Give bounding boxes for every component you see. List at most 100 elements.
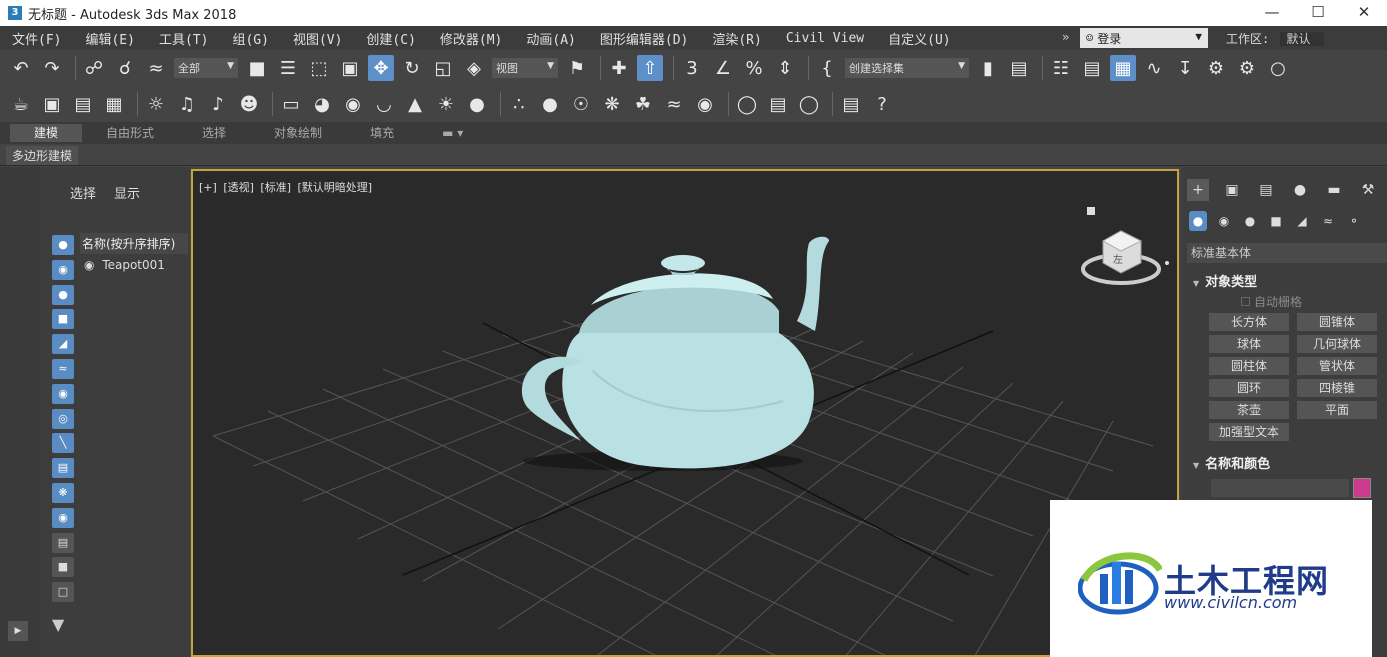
selection-filter-dropdown[interactable]: 全部 ▼ [174,58,238,78]
home-icon[interactable] [1087,207,1095,215]
render-frame-window-icon[interactable]: ▣ [39,91,65,117]
containers-filter-icon[interactable]: ▤ [52,458,74,479]
bones-filter-icon[interactable]: ╲ [52,433,74,454]
visibility-eye-icon[interactable]: ◉ [84,258,94,272]
select-and-place-icon[interactable]: ◈ [461,55,487,81]
percent-snap-icon[interactable]: % [741,55,767,81]
object-color-swatch[interactable] [1353,478,1371,498]
workspace-selector[interactable]: 工作区: 默认 [1226,30,1325,47]
primitive-category-dropdown[interactable]: 标准基本体 [1187,243,1387,263]
menu-civil-view[interactable]: Civil View [774,31,876,46]
select-object-icon[interactable]: ■ [244,55,270,81]
help-icon[interactable]: ? [869,91,895,117]
text-plus-button[interactable]: 加强型文本 [1209,423,1289,441]
hemisphere-icon[interactable]: ◕ [309,91,335,117]
material-ball-icon[interactable]: ◯ [734,91,760,117]
visibility-filter-icon[interactable]: ◉ [52,507,74,528]
viewport-quality[interactable]: [标准] [260,181,291,194]
box-button[interactable]: 长方体 [1209,313,1289,331]
mass-fx-icon[interactable]: ● [537,91,563,117]
reference-coordinate-dropdown[interactable]: 视图 ▼ [492,58,558,78]
systems-icon[interactable]: ⚬ [1345,211,1363,231]
asset-tracking-icon[interactable]: ▤ [838,91,864,117]
close-button[interactable]: ✕ [1341,0,1387,26]
minimize-button[interactable]: — [1249,0,1295,26]
toggle-ribbon-icon[interactable]: ▤ [1079,55,1105,81]
menu-modifiers[interactable]: 修改器(M) [428,29,514,48]
utilities-tab-icon[interactable]: ⚒ [1357,179,1379,201]
layer-explorer-icon[interactable]: ☷ [1048,55,1074,81]
name-and-color-rollout[interactable]: ▼ 名称和颜色 [1193,453,1270,472]
select-by-name-icon[interactable]: ☰ [275,55,301,81]
select-none-icon[interactable]: □ [52,582,74,603]
menu-more-icon[interactable]: » [1062,30,1069,44]
menu-graph-editors[interactable]: 图形编辑器(D) [588,29,700,48]
lights-icon[interactable]: ● [1241,211,1259,231]
display-all-icon[interactable]: ● [52,235,74,255]
select-manipulate-icon[interactable]: ✚ [606,55,632,81]
mirror-icon[interactable]: ▮ [975,55,1001,81]
helpers-filter-icon[interactable]: ≈ [52,358,74,379]
sound-icon[interactable]: ♫ [174,91,200,117]
window-crossing-icon[interactable]: ▣ [337,55,363,81]
particles-icon[interactable]: ∴ [506,91,532,117]
list-icon[interactable]: ▤ [52,532,74,553]
curve-editor-icon[interactable]: ∿ [1141,55,1167,81]
snapshot-icon[interactable]: ▤ [765,91,791,117]
name-column-header[interactable]: 名称(按升序排序) [80,233,188,254]
plane-button[interactable]: 平面 [1297,401,1377,419]
bind-space-warp-icon[interactable]: ≈ [143,55,169,81]
ribbon-options-icon[interactable]: ▬ ▾ [418,124,487,142]
render-production-icon[interactable]: ▦ [101,91,127,117]
perspective-viewport[interactable]: [+] [透视] [标准] [默认明暗处理] 左 [191,169,1179,657]
modify-tab-icon[interactable]: ▣ [1221,179,1243,201]
crowd-icon[interactable]: ☻ [236,91,262,117]
cone-icon[interactable]: ▲ [402,91,428,117]
speaker-icon[interactable]: ♪ [205,91,231,117]
helpers-icon[interactable]: ◢ [1293,211,1311,231]
teapot-icon[interactable]: ☕ [8,91,34,117]
menu-edit[interactable]: 编辑(E) [73,29,146,48]
select-and-rotate-icon[interactable]: ↻ [399,55,425,81]
shapes-filter-icon[interactable]: ● [52,284,74,305]
snaps-toggle-icon[interactable]: 3 [679,55,705,81]
named-selection-set-dropdown[interactable]: 创建选择集 ▼ [845,58,969,78]
space-warps-filter-icon[interactable]: ◉ [52,383,74,404]
spinner-snap-icon[interactable]: ⇕ [772,55,798,81]
grass-icon[interactable]: ☘ [630,91,656,117]
bowl-icon[interactable]: ◡ [371,91,397,117]
wind-icon[interactable]: ≈ [661,91,687,117]
particles-filter-icon[interactable]: ❋ [52,482,74,503]
select-and-move-icon[interactable]: ✥ [368,55,394,81]
menu-views[interactable]: 视图(V) [281,29,354,48]
sun-icon[interactable]: ☀ [433,91,459,117]
cone-button[interactable]: 圆锥体 [1297,313,1377,331]
menu-tools[interactable]: 工具(T) [147,29,220,48]
polygon-modeling-label[interactable]: 多边形建模 [6,146,79,165]
render-setup-icon[interactable]: ⚙ [1234,55,1260,81]
bone-icon[interactable]: ☉ [568,91,594,117]
list-item[interactable]: ◉ Teapot001 [80,254,188,272]
cameras-icon[interactable]: ■ [1267,211,1285,231]
render-icon[interactable]: ◯ [796,91,822,117]
menu-rendering[interactable]: 渲染(R) [700,29,773,48]
edit-named-selection-icon[interactable]: { [814,55,840,81]
shapes-icon[interactable]: ◉ [1215,211,1233,231]
cylinder-button[interactable]: 圆柱体 [1209,357,1289,375]
viewcube[interactable]: 左 [1081,203,1177,287]
menu-animation[interactable]: 动画(A) [514,29,587,48]
tube-button[interactable]: 管状体 [1297,357,1377,375]
box-icon[interactable]: ▭ [278,91,304,117]
light-list-icon[interactable]: ☼ [143,91,169,117]
torus-button[interactable]: 圆环 [1209,379,1289,397]
undo-icon[interactable]: ↶ [8,55,34,81]
teapot-button[interactable]: 茶壶 [1209,401,1289,419]
render-setup-icon[interactable]: ▤ [70,91,96,117]
select-all-icon[interactable]: ■ [52,557,74,578]
ribbon-tab-object-paint[interactable]: 对象绘制 [250,124,346,142]
render-frame-icon[interactable]: ○ [1265,55,1291,81]
pyramid-button[interactable]: 四棱锥 [1297,379,1377,397]
object-type-rollout[interactable]: ▼ 对象类型 [1193,271,1257,290]
viewport-point-of-view[interactable]: [透视] [223,181,254,194]
menu-file[interactable]: 文件(F) [0,29,73,48]
